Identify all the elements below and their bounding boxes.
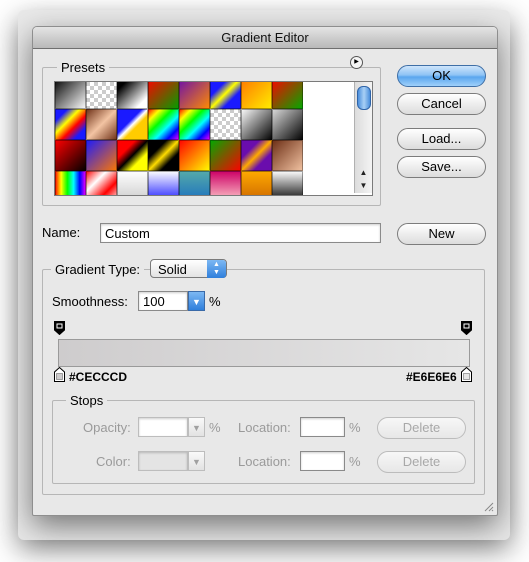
gradient-type-value: Solid (158, 262, 187, 277)
preset-swatch[interactable] (272, 82, 303, 109)
stops-label: Stops (66, 393, 108, 408)
location-label-color: Location: (238, 454, 291, 469)
start-color-hex: #CECCCD (69, 370, 128, 384)
opacity-stop-left-icon[interactable] (54, 321, 65, 335)
location-unit-color: % (349, 454, 361, 469)
smoothness-unit: % (209, 294, 221, 309)
location-unit-opacity: % (349, 420, 361, 435)
gradient-preview-bar[interactable] (58, 339, 470, 367)
location-label-opacity: Location: (238, 420, 291, 435)
new-button[interactable]: New (397, 223, 486, 245)
opacity-unit: % (209, 420, 221, 435)
scrollbar-thumb[interactable] (357, 86, 371, 110)
preset-swatch[interactable] (148, 82, 179, 109)
opacity-input[interactable] (138, 417, 188, 437)
preset-swatch[interactable] (179, 171, 210, 195)
preset-swatch[interactable] (55, 171, 86, 195)
location-input-opacity[interactable] (300, 417, 345, 437)
presets-scrollbar[interactable]: ▲ ▼ (354, 82, 372, 193)
delete-opacity-stop-button[interactable]: Delete (377, 417, 466, 439)
scroll-up-icon[interactable]: ▲ (355, 166, 372, 179)
preset-swatch[interactable] (272, 171, 303, 195)
opacity-stop-right-icon[interactable] (461, 321, 472, 335)
preset-swatch[interactable] (86, 140, 117, 171)
delete-color-stop-button[interactable]: Delete (377, 451, 466, 473)
preset-swatch[interactable] (148, 109, 179, 140)
preset-swatch[interactable] (55, 140, 86, 171)
gradient-editor-window: Gradient Editor Presets ▶ ▲ ▼ OK Cancel … (32, 26, 498, 516)
preset-swatch[interactable] (86, 109, 117, 140)
preset-swatch[interactable] (148, 171, 179, 195)
presets-menu-icon[interactable]: ▶ (350, 56, 363, 69)
cancel-button[interactable]: Cancel (397, 93, 486, 115)
color-dropdown-icon[interactable]: ▼ (188, 451, 205, 471)
ok-button[interactable]: OK (397, 65, 486, 87)
name-input[interactable]: Custom (100, 223, 381, 243)
preset-swatch[interactable] (117, 109, 148, 140)
name-label: Name: (42, 225, 81, 240)
preset-swatch[interactable] (179, 140, 210, 171)
preset-swatch[interactable] (210, 82, 241, 109)
preset-swatch[interactable] (55, 82, 86, 109)
gradient-type-select[interactable]: Solid ▲ ▼ (150, 259, 227, 278)
presets-swatch-well: ▲ ▼ (54, 81, 373, 196)
preset-swatch[interactable] (86, 171, 117, 195)
color-swatch-field[interactable] (138, 451, 188, 471)
scroll-down-icon[interactable]: ▼ (355, 179, 372, 192)
preset-swatch[interactable] (86, 82, 117, 109)
opacity-dropdown-icon[interactable]: ▼ (188, 417, 205, 437)
smoothness-dropdown-icon[interactable]: ▼ (188, 291, 205, 311)
select-arrows-icon: ▲ ▼ (207, 260, 226, 278)
preset-swatch[interactable] (55, 109, 86, 140)
load-button[interactable]: Load... (397, 128, 486, 150)
preset-swatch[interactable] (210, 140, 241, 171)
end-color-hex: #E6E6E6 (406, 370, 457, 384)
save-button[interactable]: Save... (397, 156, 486, 178)
preset-swatch[interactable] (179, 82, 210, 109)
window-title[interactable]: Gradient Editor (33, 27, 497, 49)
preset-swatch[interactable] (241, 171, 272, 195)
preset-swatch[interactable] (117, 82, 148, 109)
preset-swatch[interactable] (117, 171, 148, 195)
preset-swatch[interactable] (179, 109, 210, 140)
preset-swatch[interactable] (241, 82, 272, 109)
preset-swatch[interactable] (210, 171, 241, 195)
preset-swatch[interactable] (148, 140, 179, 171)
color-stop-left-icon[interactable] (54, 367, 65, 382)
color-label: Color: (96, 454, 131, 469)
preset-swatch[interactable] (272, 140, 303, 171)
location-input-color[interactable] (300, 451, 345, 471)
color-stop-right-icon[interactable] (461, 367, 472, 382)
resize-grip-icon[interactable] (482, 500, 494, 512)
preset-swatch[interactable] (241, 109, 272, 140)
preset-swatch[interactable] (241, 140, 272, 171)
presets-label: Presets (57, 60, 110, 75)
preset-swatch[interactable] (117, 140, 148, 171)
preset-swatch[interactable] (210, 109, 241, 140)
smoothness-input[interactable]: 100 (138, 291, 188, 311)
gradient-type-label: Gradient Type: (51, 262, 145, 277)
opacity-label: Opacity: (83, 420, 131, 435)
smoothness-label: Smoothness: (52, 294, 128, 309)
preset-swatch[interactable] (272, 109, 303, 140)
